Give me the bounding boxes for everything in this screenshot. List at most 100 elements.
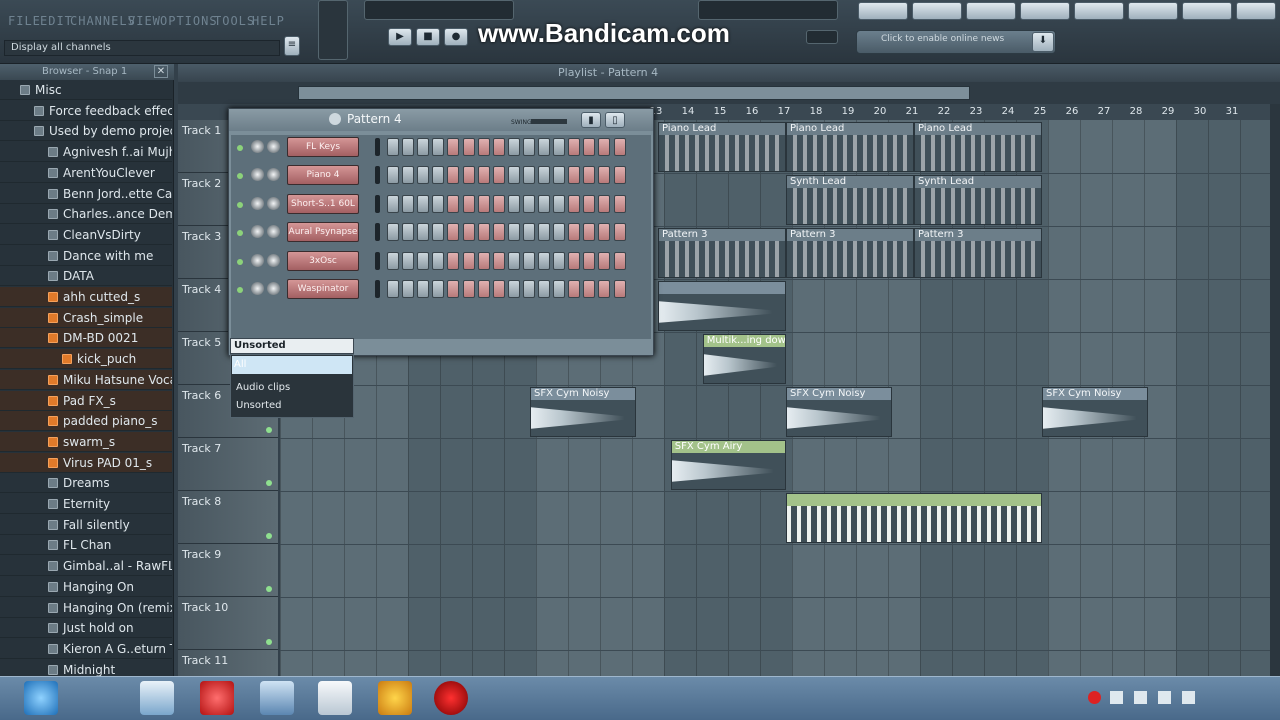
step-button[interactable] <box>568 251 581 270</box>
pattern-clip[interactable]: Pattern 3 <box>658 228 786 278</box>
step-button[interactable] <box>598 138 611 156</box>
step-button[interactable] <box>553 138 566 156</box>
toolbar-button-6[interactable] <box>1128 2 1178 20</box>
step-button[interactable] <box>447 280 460 298</box>
close-icon[interactable]: ✕ <box>154 65 168 78</box>
step-button[interactable] <box>613 223 626 242</box>
menu-channels[interactable]: CHANNELS <box>70 14 136 28</box>
toolbar-button-1[interactable] <box>858 2 908 20</box>
audio-clip[interactable]: Multik...ing down <box>702 334 786 384</box>
step-button[interactable] <box>432 251 445 270</box>
audio-clip[interactable]: SFX Cym Airy <box>670 440 786 490</box>
browser-item[interactable]: Benn Jord..ette Cafe <box>0 184 172 204</box>
browser-item[interactable]: Force feedback effects <box>0 101 172 121</box>
rack-pattern-title[interactable]: Pattern 4 <box>347 112 402 126</box>
pattern-clip[interactable]: Pattern 3 <box>914 228 1042 278</box>
bandicam-icon[interactable] <box>434 681 468 715</box>
step-button[interactable] <box>553 194 566 213</box>
browser-item[interactable]: Kieron A G..eturn To <box>0 639 172 659</box>
step-button[interactable] <box>432 223 445 242</box>
channel-filter-dropdown[interactable]: Unsorted <box>230 338 354 354</box>
channel-led[interactable] <box>237 145 243 151</box>
step-button[interactable] <box>568 166 581 185</box>
channel-pan-knob[interactable] <box>251 225 264 239</box>
step-button[interactable] <box>462 194 475 213</box>
playlist-tools[interactable] <box>222 66 402 79</box>
step-button[interactable] <box>402 138 415 156</box>
track-header[interactable]: Track 10 <box>178 597 278 650</box>
pattern-clip[interactable]: Pattern 3 <box>786 228 914 278</box>
channel-pan-knob[interactable] <box>251 253 264 267</box>
step-button[interactable] <box>522 280 535 298</box>
step-button[interactable] <box>538 223 550 242</box>
step-button[interactable] <box>568 194 581 213</box>
step-button[interactable] <box>507 138 520 156</box>
step-button[interactable] <box>598 223 611 242</box>
toolbar-button-2[interactable] <box>912 2 962 20</box>
channel-button[interactable]: Aural Psynapse <box>287 222 359 243</box>
browser-item[interactable]: Fall silently <box>0 515 172 535</box>
step-button[interactable] <box>583 223 596 242</box>
toolbar-button-8[interactable] <box>1236 2 1276 20</box>
browser-item[interactable]: Gimbal..al - RawFL <box>0 556 172 577</box>
channel-led[interactable] <box>237 230 243 237</box>
channel-button[interactable]: 3xOsc <box>287 250 359 271</box>
step-button[interactable] <box>432 166 445 185</box>
toolbar-button-5[interactable] <box>1074 2 1124 20</box>
browser-item[interactable]: Crash_simple <box>0 307 172 328</box>
step-button[interactable] <box>507 223 520 242</box>
step-button[interactable] <box>553 251 566 270</box>
tray-network-icon[interactable] <box>1110 691 1123 704</box>
channel-pan-knob[interactable] <box>251 196 264 210</box>
step-button[interactable] <box>507 280 520 298</box>
browser-item[interactable]: ahh cutted_s <box>0 287 172 307</box>
step-button[interactable] <box>477 223 490 242</box>
step-button[interactable] <box>598 280 611 298</box>
step-button[interactable] <box>387 251 399 270</box>
step-button[interactable] <box>492 166 505 185</box>
step-button[interactable] <box>507 166 520 185</box>
wordpad-icon[interactable] <box>318 681 352 715</box>
browser-item[interactable]: Agnivesh f..ai Mujhe <box>0 142 172 163</box>
channel-button[interactable]: FL Keys <box>287 137 359 157</box>
step-button[interactable] <box>417 194 430 213</box>
track-mute-led[interactable] <box>266 586 272 592</box>
network-icon[interactable] <box>140 681 174 715</box>
step-button[interactable] <box>447 251 460 270</box>
step-button[interactable] <box>447 166 460 185</box>
stop-button[interactable]: ■ <box>416 28 440 46</box>
channel-led[interactable] <box>237 201 243 208</box>
ie-icon[interactable] <box>24 681 58 715</box>
step-button[interactable] <box>447 194 460 213</box>
step-button[interactable] <box>462 138 475 156</box>
channel-pan-knob[interactable] <box>251 282 264 295</box>
audio-clip[interactable] <box>658 281 786 331</box>
step-button[interactable] <box>613 251 626 270</box>
channel-volume-knob[interactable] <box>267 282 280 295</box>
toolbar-button-3[interactable] <box>966 2 1016 20</box>
step-button[interactable] <box>613 280 626 298</box>
download-icon[interactable]: ⬇ <box>1032 32 1054 52</box>
step-button[interactable] <box>583 166 596 185</box>
step-button[interactable] <box>432 194 445 213</box>
graph-editor-icon[interactable]: ▮ <box>581 112 601 128</box>
menu-options[interactable]: OPTIONS <box>160 14 218 28</box>
step-button[interactable] <box>387 166 399 185</box>
step-button[interactable] <box>598 251 611 270</box>
browser-item[interactable]: DATA <box>0 266 172 287</box>
browser-item[interactable]: Dreams <box>0 473 172 494</box>
step-button[interactable] <box>553 166 566 185</box>
step-button[interactable] <box>387 223 399 242</box>
step-button[interactable] <box>477 138 490 156</box>
step-button[interactable] <box>583 251 596 270</box>
channel-pan-knob[interactable] <box>251 140 264 153</box>
step-button[interactable] <box>477 194 490 213</box>
step-button[interactable] <box>613 194 626 213</box>
track-header[interactable]: Track 8 <box>178 491 278 544</box>
clock[interactable] <box>1206 683 1266 713</box>
tray-signal-icon[interactable] <box>1158 691 1171 704</box>
step-button[interactable] <box>598 166 611 185</box>
step-button[interactable] <box>402 280 415 298</box>
step-button[interactable] <box>538 280 550 298</box>
browser-item[interactable]: Used by demo projects <box>0 121 172 142</box>
